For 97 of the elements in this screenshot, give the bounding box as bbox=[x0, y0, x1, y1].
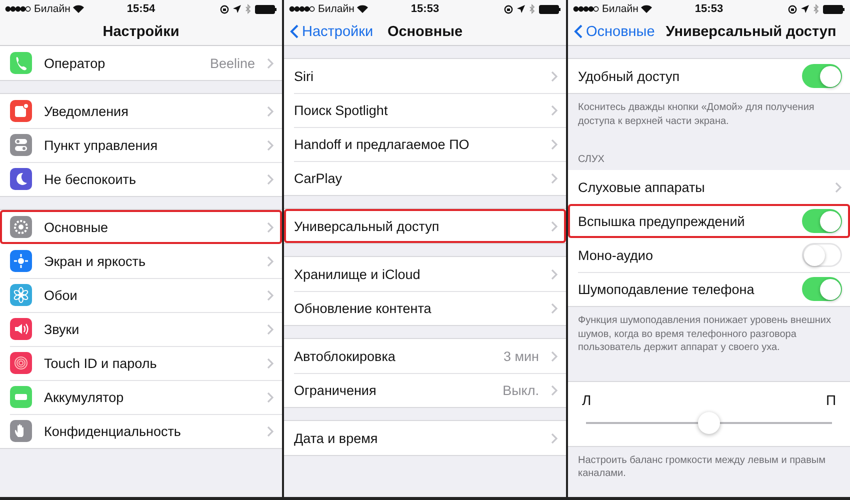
row-label: Touch ID и пароль bbox=[44, 356, 158, 370]
battery-icon bbox=[823, 4, 845, 14]
row-value: Beeline bbox=[210, 56, 255, 70]
chevron-icon bbox=[267, 290, 274, 300]
footnote-text: Коснитесь дважды кнопки «Домой» для получения доступа к верхней части экрана. bbox=[577, 101, 816, 128]
chevron-icon bbox=[267, 392, 274, 402]
wifi-icon bbox=[641, 5, 652, 13]
row-label: Оператор bbox=[44, 56, 106, 70]
back-chevron-icon bbox=[574, 24, 583, 39]
chevron-icon bbox=[551, 138, 558, 150]
chevron-icon bbox=[551, 350, 558, 362]
chevron-icon bbox=[551, 172, 558, 184]
row-label: Звуки bbox=[44, 322, 80, 336]
row-value: Выкл. bbox=[502, 382, 539, 398]
bluetooth-icon bbox=[245, 4, 251, 14]
chevron-icon bbox=[551, 104, 558, 116]
row-label: Поиск Spotlight bbox=[294, 102, 389, 118]
balance-slider[interactable] bbox=[586, 412, 832, 434]
screen-title: Основные bbox=[387, 24, 463, 40]
row-label: Дата и время bbox=[294, 430, 379, 446]
bluetooth-icon bbox=[529, 4, 535, 14]
status-time: 15:53 bbox=[694, 3, 724, 15]
row-label: Удобный доступ bbox=[578, 68, 681, 84]
back-link[interactable]: Основные bbox=[574, 18, 655, 45]
chevron-icon bbox=[551, 220, 558, 232]
bluetooth-icon bbox=[813, 4, 819, 14]
section-header: СЛУХ bbox=[577, 153, 606, 167]
right-label: П bbox=[826, 392, 836, 408]
left-label: Л bbox=[582, 392, 592, 408]
slider-thumb[interactable] bbox=[698, 412, 720, 434]
rotation-lock-icon bbox=[788, 4, 797, 14]
carrier-name: Билайн bbox=[602, 3, 638, 15]
row-label: Основные bbox=[44, 220, 110, 234]
toggle-switch[interactable] bbox=[802, 243, 842, 267]
row-label: Слуховые аппараты bbox=[578, 180, 706, 194]
chevron-icon bbox=[267, 358, 274, 368]
footnote-text: Настроить баланс громкости между левым и правым каналами. bbox=[577, 454, 826, 481]
carrier-name: Билайн bbox=[318, 3, 354, 15]
row-label: Универсальный доступ bbox=[294, 218, 440, 234]
row-label: Конфиденциальность bbox=[44, 424, 182, 438]
back-link[interactable]: Настройки bbox=[290, 18, 374, 45]
row-label: Моно-аудио bbox=[578, 248, 654, 262]
row-label: Пункт управления bbox=[44, 138, 159, 152]
row-label: Обновление контента bbox=[294, 300, 432, 316]
status-time: 15:53 bbox=[410, 3, 440, 15]
chevron-icon bbox=[551, 432, 558, 444]
chevron-icon bbox=[551, 384, 558, 396]
row-label: Handoff и предлагаемое ПО bbox=[294, 136, 470, 152]
rotation-lock-icon bbox=[504, 4, 513, 14]
wifi-icon bbox=[357, 5, 368, 13]
chevron-icon bbox=[267, 106, 274, 116]
wifi-icon bbox=[73, 5, 84, 13]
toggle-switch[interactable] bbox=[802, 64, 842, 88]
rotation-lock-icon bbox=[220, 4, 229, 14]
chevron-icon bbox=[267, 222, 274, 232]
chevron-icon bbox=[267, 426, 274, 436]
row-label: Siri bbox=[294, 68, 314, 84]
row-label: Уведомления bbox=[44, 104, 130, 118]
battery-icon bbox=[539, 4, 561, 14]
location-icon bbox=[517, 5, 525, 13]
chevron-icon bbox=[267, 324, 274, 334]
row-label: Ограничения bbox=[294, 382, 378, 398]
back-chevron-icon bbox=[290, 24, 299, 39]
location-icon bbox=[801, 5, 809, 13]
row-value: 3 мин bbox=[503, 348, 539, 364]
row-label: CarPlay bbox=[294, 170, 344, 186]
chevron-icon bbox=[551, 268, 558, 280]
row-label: Аккумулятор bbox=[44, 390, 125, 404]
chevron-icon bbox=[267, 140, 274, 150]
chevron-icon bbox=[551, 70, 558, 82]
toggle-switch[interactable] bbox=[802, 277, 842, 301]
battery-icon bbox=[255, 4, 277, 14]
settings-row[interactable]: Основные bbox=[0, 210, 282, 244]
footnote-text: Функция шумоподавления понижает уровень внешних шумов, когда во время телефонного разговора пользователь держит аппарат у своего уха. bbox=[577, 314, 832, 355]
row-label: Вспышка предупреждений bbox=[578, 214, 746, 228]
row-label: Не беспокоить bbox=[44, 172, 137, 186]
row-label: Обои bbox=[44, 288, 78, 302]
settings-row[interactable]: Универсальный доступ bbox=[284, 209, 566, 243]
screen-title: Универсальный доступ bbox=[666, 24, 836, 40]
chevron-icon bbox=[835, 182, 842, 192]
chevron-icon bbox=[267, 58, 274, 68]
settings-row[interactable]: Вспышка предупреждений bbox=[568, 204, 850, 238]
status-time: 15:54 bbox=[126, 3, 156, 15]
signal-icon bbox=[289, 6, 315, 12]
toggle-switch[interactable] bbox=[802, 209, 842, 233]
location-icon bbox=[233, 5, 241, 13]
row-label: Шумоподавление телефона bbox=[578, 282, 756, 296]
chevron-icon bbox=[551, 302, 558, 314]
row-label: Хранилище и iCloud bbox=[294, 266, 422, 282]
carrier-name: Билайн bbox=[34, 3, 70, 15]
chevron-icon bbox=[267, 256, 274, 266]
chevron-icon bbox=[267, 174, 274, 184]
screen-title: Настройки bbox=[102, 24, 180, 40]
signal-icon bbox=[573, 6, 599, 12]
signal-icon bbox=[5, 6, 31, 12]
row-label: Экран и яркость bbox=[44, 254, 146, 268]
row-label: Автоблокировка bbox=[294, 348, 396, 364]
